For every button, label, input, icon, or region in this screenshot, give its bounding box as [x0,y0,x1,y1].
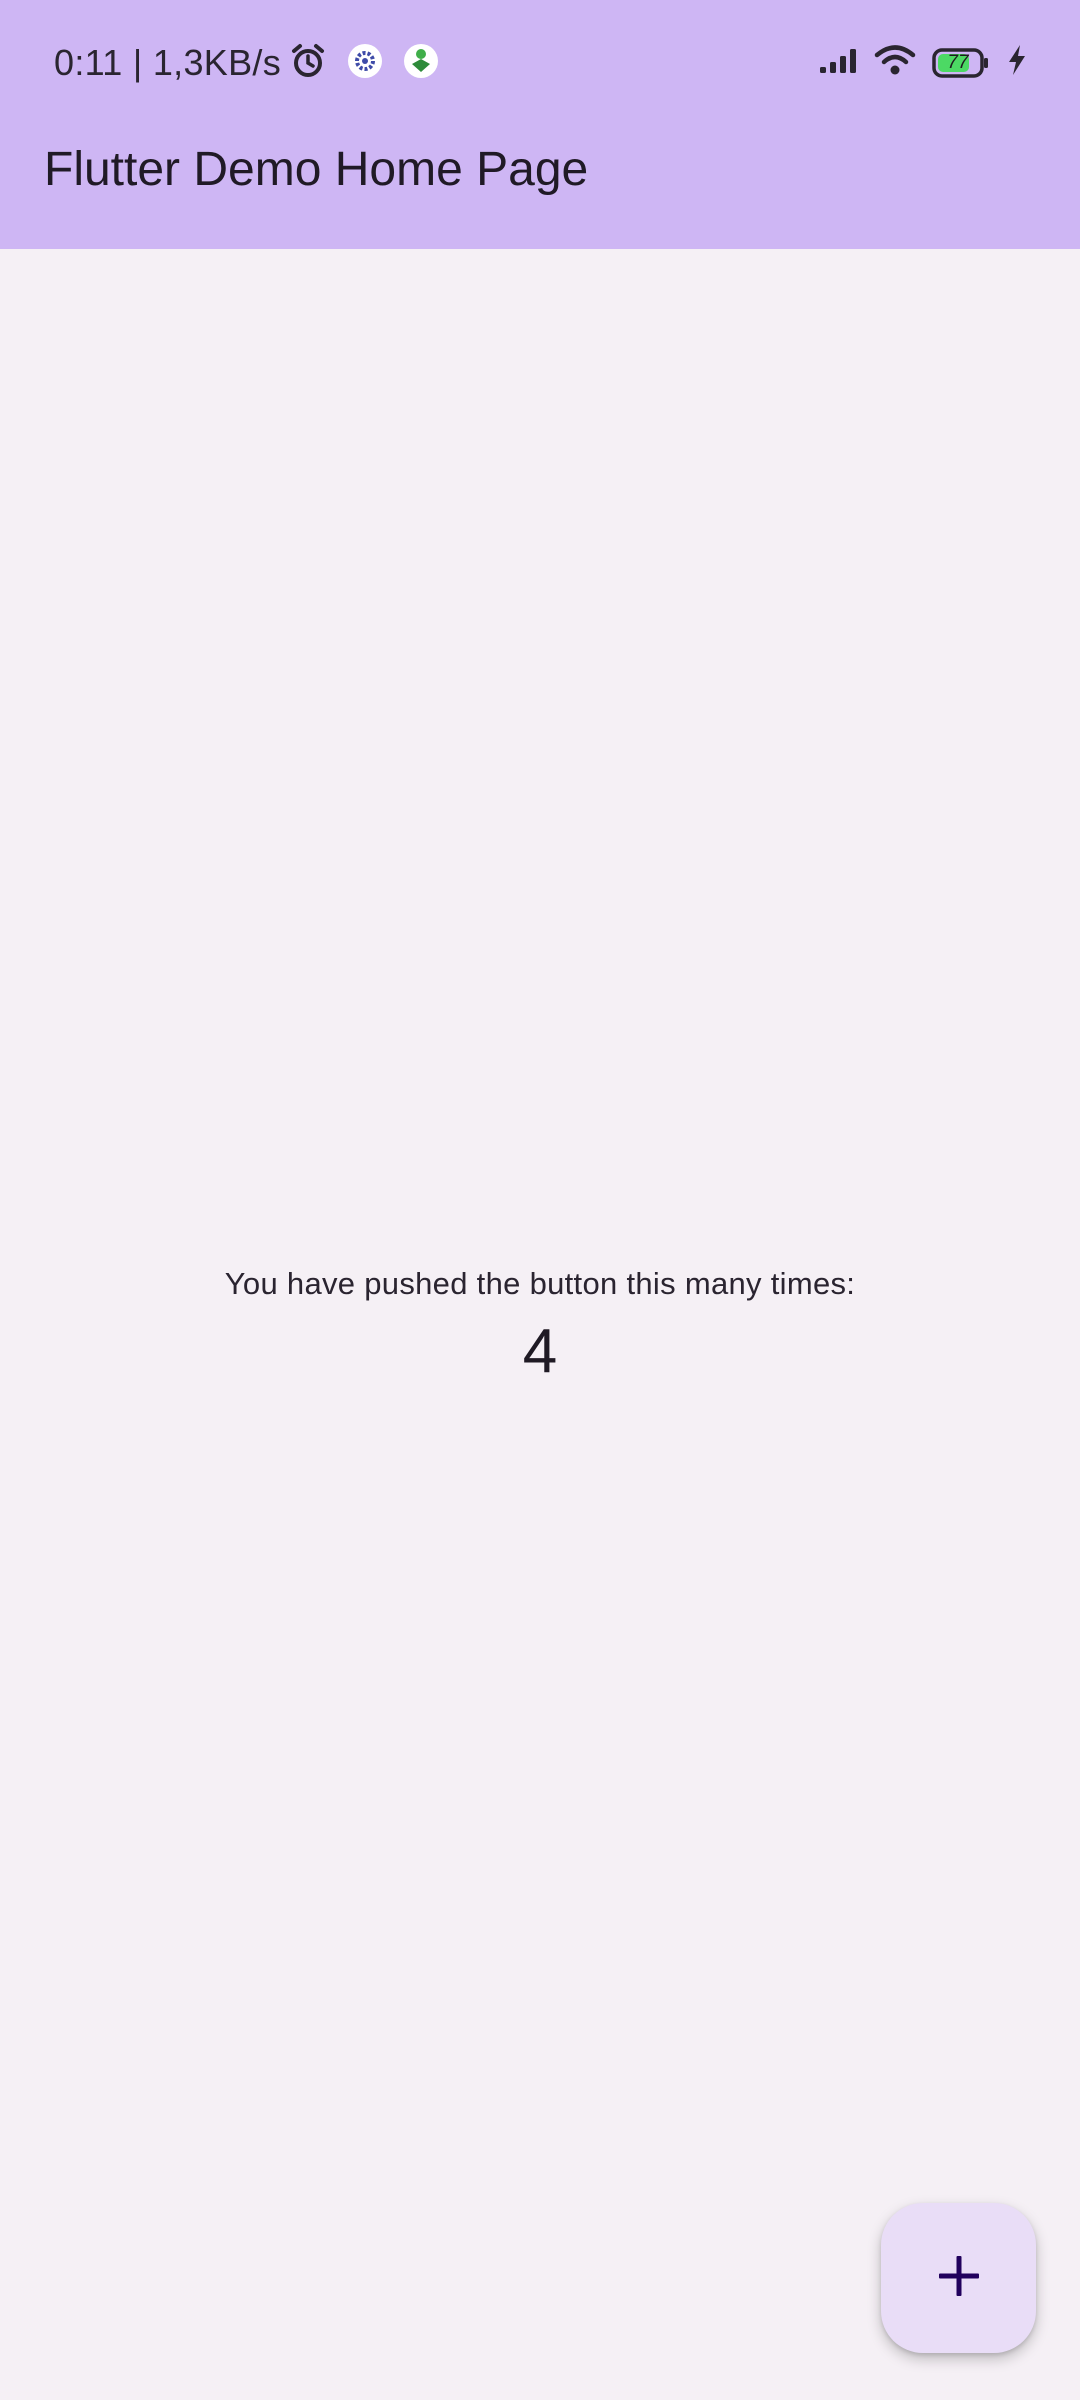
top-app-bar: 0:11 | 1,3KB/s 77 Flutter Demo Home Page [0,0,1080,249]
counter-section: You have pushed the button this many tim… [0,1262,1080,1392]
battery-level-text: 77 [947,51,969,73]
counter-value: 4 [522,1317,558,1386]
counter-caption: You have pushed the button this many tim… [224,1266,856,1301]
alarm-icon [288,41,328,86]
status-time-and-speed: 0:11 | 1,3KB/s [54,42,282,83]
app-bar-title: Flutter Demo Home Page [44,143,589,196]
charging-bolt-icon [1006,44,1028,81]
settings-gear-icon [346,42,384,85]
increment-fab-button[interactable] [881,2203,1036,2353]
signal-icon [818,45,858,80]
app-green-icon [402,42,440,85]
plus-icon [937,2254,981,2303]
status-notification-icons [288,41,440,86]
status-system-icons: 77 [818,44,1028,81]
app-screen: 0:11 | 1,3KB/s 77 Flutter Demo Home Page… [0,0,1080,2400]
wifi-icon [874,44,916,81]
battery-icon: 77 [932,47,990,78]
